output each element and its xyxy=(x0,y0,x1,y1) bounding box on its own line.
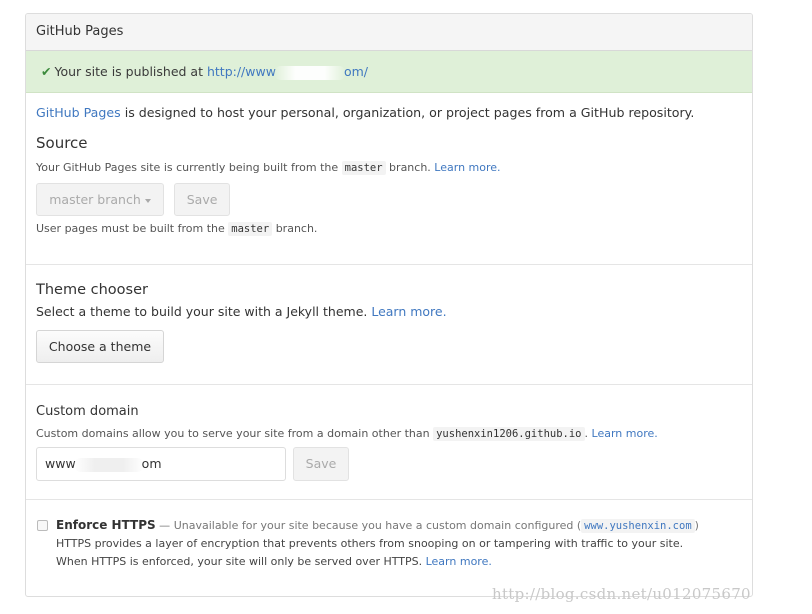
checkmark-icon: ✔ xyxy=(41,64,52,79)
published-url-link[interactable]: http://www om/ xyxy=(206,64,368,80)
source-note: User pages must be built from the master… xyxy=(36,222,318,236)
github-pages-link[interactable]: GitHub Pages xyxy=(36,105,121,120)
enforce-https-label: Enforce HTTPS xyxy=(56,518,156,532)
redaction-blur xyxy=(273,65,346,80)
branch-select-button[interactable]: master branch xyxy=(36,183,164,216)
custom-domain-input[interactable]: www om xyxy=(36,447,286,481)
theme-title: Theme chooser xyxy=(36,282,148,298)
source-learn-more-link[interactable]: Learn more. xyxy=(434,161,500,174)
enforce-https-checkbox[interactable] xyxy=(37,520,48,531)
choose-theme-button[interactable]: Choose a theme xyxy=(36,330,164,363)
custom-domain-code: www.yushenxin.com xyxy=(581,519,695,533)
published-text: Your site is published at xyxy=(54,64,207,79)
redaction-blur xyxy=(73,457,144,472)
custom-domain-controls: www om Save xyxy=(36,447,742,481)
intro-body: is designed to host your personal, organ… xyxy=(120,105,695,120)
https-heading-line: Enforce HTTPS — Unavailable for your sit… xyxy=(56,518,699,533)
github-io-domain-code: yushenxin1206.github.io xyxy=(433,427,585,441)
https-enforced-note: When HTTPS is enforced, your site will o… xyxy=(56,555,492,568)
https-text: Enforce HTTPS — Unavailable for your sit… xyxy=(56,518,746,568)
panel-title: GitHub Pages xyxy=(36,24,124,39)
branch-code-note: master xyxy=(228,222,273,236)
published-banner: ✔ Your site is published at http://www om/ xyxy=(26,51,752,93)
caret-down-icon xyxy=(144,198,151,203)
branch-code: master xyxy=(341,161,386,175)
custom-domain-description: Custom domains allow you to serve your s… xyxy=(36,427,658,441)
https-learn-more-link[interactable]: Learn more. xyxy=(426,555,492,568)
theme-controls: Choose a theme xyxy=(36,330,742,363)
source-controls: master branch Save xyxy=(36,183,742,216)
theme-section: Theme chooser Select a theme to build yo… xyxy=(26,265,752,384)
https-section: Enforce HTTPS — Unavailable for your sit… xyxy=(26,500,752,590)
source-description: Your GitHub Pages site is currently bein… xyxy=(36,161,501,175)
url-start: http://www xyxy=(206,64,276,79)
source-section: GitHub Pages is designed to host your pe… xyxy=(26,93,752,264)
panel-header: GitHub Pages xyxy=(26,14,752,51)
theme-learn-more-link[interactable]: Learn more. xyxy=(371,304,446,319)
custom-domain-title: Custom domain xyxy=(36,404,139,419)
source-save-button[interactable]: Save xyxy=(174,183,231,216)
source-title: Source xyxy=(36,134,88,152)
url-end: om/ xyxy=(343,64,368,79)
custom-domain-section: Custom domain Custom domains allow you t… xyxy=(26,385,752,499)
custom-domain-learn-more-link[interactable]: Learn more. xyxy=(592,427,658,440)
https-description: HTTPS provides a layer of encryption tha… xyxy=(56,537,684,550)
watermark: http://blog.csdn.net/u012075670 xyxy=(492,585,751,603)
intro-text: GitHub Pages is designed to host your pe… xyxy=(36,93,742,120)
custom-domain-save-button[interactable]: Save xyxy=(293,447,349,481)
github-pages-panel: GitHub Pages ✔ Your site is published at … xyxy=(25,13,753,597)
theme-description: Select a theme to build your site with a… xyxy=(36,304,447,319)
